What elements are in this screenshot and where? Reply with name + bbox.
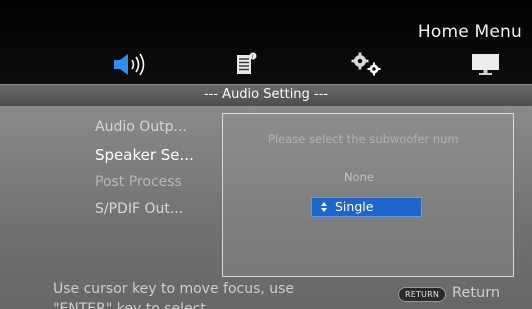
speaker-icon[interactable] xyxy=(113,52,153,76)
section-title: --- Audio Setting --- xyxy=(203,87,329,102)
gears-icon[interactable] xyxy=(350,52,388,76)
document-icon[interactable]: i xyxy=(235,52,259,76)
help-text: Use cursor key to move focus, use "ENTER… xyxy=(53,281,295,309)
section-header-bar: --- Audio Setting --- xyxy=(0,84,532,107)
menu-item-audio-output[interactable]: Audio Outp... xyxy=(95,119,187,135)
option-none[interactable]: None xyxy=(344,170,374,184)
svg-text:i: i xyxy=(252,54,253,60)
return-label: Return xyxy=(452,285,501,301)
up-down-arrows-icon xyxy=(321,202,327,212)
menu-item-post-process: Post Process xyxy=(95,174,182,190)
dialog-prompt: Please select the subwoofer num xyxy=(268,132,459,146)
return-button[interactable]: RETURN xyxy=(398,287,446,302)
subwoofer-dialog: Please select the subwoofer num None Sin… xyxy=(222,113,514,277)
menu-item-spdif-output[interactable]: S/PDIF Out... xyxy=(95,201,183,217)
audio-setting-screen: Home Menu i --- Audio Setting --- Audio … xyxy=(0,0,532,309)
option-single-label: Single xyxy=(335,199,374,214)
monitor-icon[interactable] xyxy=(470,52,502,76)
top-bar: Home Menu i xyxy=(0,0,532,84)
menu-item-speaker-setting[interactable]: Speaker Se... xyxy=(95,146,194,164)
home-menu-title: Home Menu xyxy=(417,22,522,42)
option-single[interactable]: Single xyxy=(311,197,422,217)
